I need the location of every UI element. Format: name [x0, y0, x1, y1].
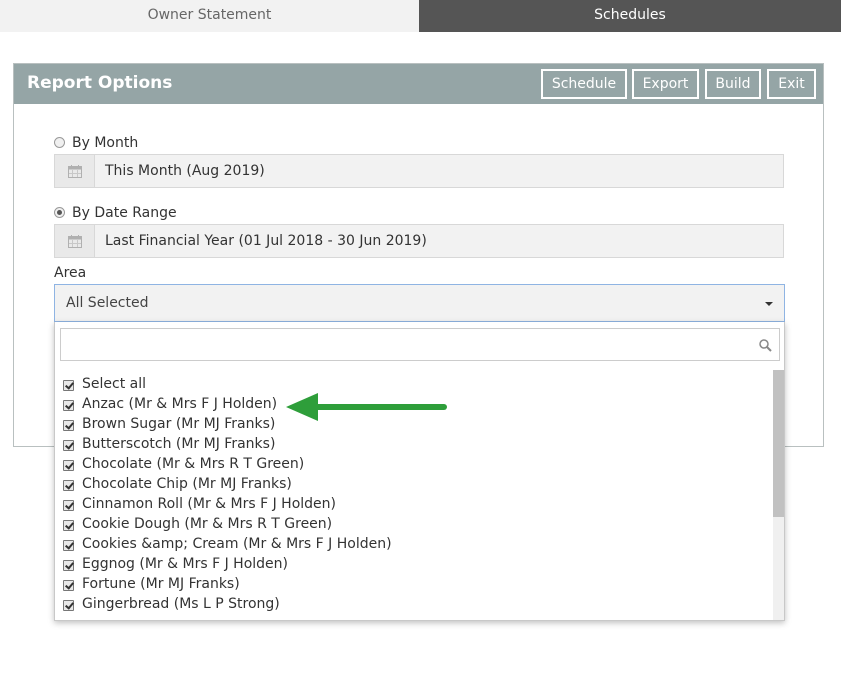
panel-title: Report Options: [27, 73, 173, 93]
tab-owner-statement[interactable]: Owner Statement: [0, 0, 419, 32]
area-dropdown: Select all Anzac (Mr & Mrs F J Holden) B…: [54, 322, 785, 621]
date-range-field[interactable]: Last Financial Year (01 Jul 2018 - 30 Ju…: [54, 224, 784, 258]
option-label: Cinnamon Roll (Mr & Mrs F J Holden): [82, 496, 337, 512]
option-label: Fortune (Mr MJ Franks): [82, 576, 240, 592]
option-label: Chocolate (Mr & Mrs R T Green): [82, 456, 305, 472]
by-month-radio[interactable]: [54, 137, 65, 148]
option-checkbox[interactable]: [63, 580, 74, 591]
option-label: Cookie Dough (Mr & Mrs R T Green): [82, 516, 333, 532]
by-date-range-radio[interactable]: [54, 207, 65, 218]
tab-schedules[interactable]: Schedules: [419, 0, 841, 32]
date-range-calendar-button[interactable]: [55, 225, 95, 257]
panel-header: Report Options Schedule Export Build Exi…: [14, 64, 823, 104]
calendar-icon: [68, 235, 82, 248]
option-checkbox[interactable]: [63, 620, 74, 621]
option-checkbox[interactable]: [63, 420, 74, 431]
area-search-input[interactable]: [60, 328, 780, 361]
date-range-value: Last Financial Year (01 Jul 2018 - 30 Ju…: [105, 233, 427, 249]
list-scrollbar[interactable]: [773, 370, 784, 620]
option-label: Chocolate Chip (Mr MJ Franks): [82, 476, 292, 492]
option-checkbox[interactable]: [63, 480, 74, 491]
arrow-left-icon: [286, 393, 447, 421]
by-month-label: By Month: [72, 135, 139, 151]
month-value: This Month (Aug 2019): [105, 163, 265, 179]
report-tabs: Owner Statement Schedules: [0, 0, 841, 32]
option-checkbox[interactable]: [63, 500, 74, 511]
option-label: Cookies &amp; Cream (Mr & Mrs F J Holden…: [82, 536, 392, 552]
exit-button[interactable]: Exit: [767, 69, 816, 99]
option-checkbox[interactable]: [63, 440, 74, 451]
option-label: Gingerbread (Ms L P Strong): [82, 596, 280, 612]
option-checkbox[interactable]: [63, 400, 74, 411]
calendar-icon: [68, 165, 82, 178]
option-label: Anzac (Mr & Mrs F J Holden): [82, 396, 278, 412]
area-label: Area: [54, 265, 87, 281]
option-checkbox[interactable]: [63, 380, 74, 391]
option-checkbox[interactable]: [63, 520, 74, 531]
search-icon: [759, 339, 772, 352]
export-button[interactable]: Export: [632, 69, 699, 99]
by-date-range-label: By Date Range: [72, 205, 177, 221]
scrollbar-thumb[interactable]: [773, 370, 784, 517]
chevron-down-icon: [765, 302, 773, 306]
build-button[interactable]: Build: [705, 69, 761, 99]
option-label: Butterscotch (Mr MJ Franks): [82, 436, 276, 452]
option-checkbox[interactable]: [63, 600, 74, 611]
area-selected-value: All Selected: [66, 295, 149, 311]
schedule-button[interactable]: Schedule: [541, 69, 627, 99]
option-label: Eggnog (Mr & Mrs F J Holden): [82, 556, 288, 572]
option-checkbox[interactable]: [63, 540, 74, 551]
option-checkbox[interactable]: [63, 460, 74, 471]
option-label: Select all: [82, 376, 146, 392]
month-calendar-button[interactable]: [55, 155, 95, 187]
option-label: Brown Sugar (Mr MJ Franks): [82, 416, 276, 432]
option-checkbox[interactable]: [63, 560, 74, 571]
area-select[interactable]: All Selected: [54, 284, 785, 322]
month-field[interactable]: This Month (Aug 2019): [54, 154, 784, 188]
